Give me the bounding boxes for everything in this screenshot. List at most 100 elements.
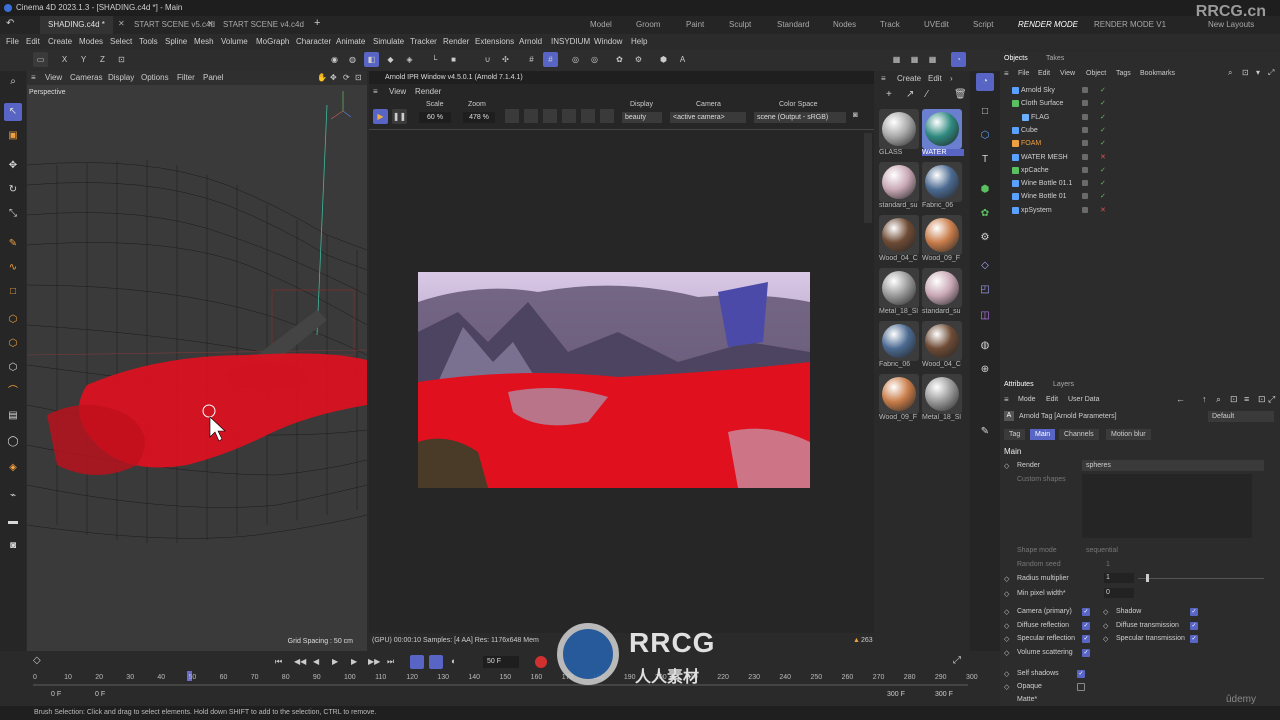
menu-volume[interactable]: Volume — [221, 34, 248, 49]
link-icon[interactable]: ⊕ — [976, 361, 994, 379]
preview-end-field[interactable]: 300 F — [887, 691, 905, 698]
snap-grid-active-icon[interactable]: # — [543, 52, 558, 67]
material-swatch[interactable]: Wood_04_C — [879, 215, 919, 265]
floor-icon[interactable]: ▤ — [4, 407, 22, 425]
colorspace-dropdown[interactable]: scene (Output - sRGB) — [754, 112, 846, 123]
viewport-perspective[interactable]: ≡ View Cameras Display Options Filter Pa… — [27, 71, 367, 651]
diamond-icon[interactable]: ◇ — [1004, 575, 1009, 583]
camera-snap-icon[interactable]: ◙ — [853, 110, 858, 119]
axis-y-button[interactable]: Y — [76, 52, 91, 67]
speaker-icon[interactable]: ◖ — [450, 656, 455, 666]
checkbox[interactable]: ✓ — [1190, 635, 1198, 643]
diamond-icon[interactable]: ◇ — [1103, 608, 1108, 616]
layout-tab-script[interactable]: Script — [973, 16, 993, 34]
diamond-icon[interactable]: ◇ — [1004, 635, 1009, 643]
next-frame-icon[interactable]: ▶ — [351, 657, 357, 666]
move-view-icon[interactable]: ✥ — [330, 71, 337, 85]
deform-icon[interactable]: ◇ — [976, 257, 994, 275]
checkbox[interactable]: ✓ — [1082, 635, 1090, 643]
visibility-dots[interactable] — [1082, 206, 1088, 213]
keyframe-icon[interactable]: ◇ — [33, 655, 41, 666]
material-swatch[interactable]: standard_su — [922, 268, 962, 318]
layout-tab-uvedit[interactable]: UVEdit — [924, 16, 949, 34]
diamond-icon[interactable]: ◇ — [1004, 670, 1009, 678]
visibility-dots[interactable] — [1082, 140, 1088, 147]
maximize-icon[interactable]: ⊡ — [355, 71, 362, 85]
min-pixel-value[interactable]: 0 — [1104, 588, 1134, 598]
material-swatch[interactable]: Fabric_06 — [922, 162, 962, 212]
crosshair-icon[interactable] — [543, 109, 557, 123]
go-end-icon[interactable]: ⏭ — [387, 657, 394, 667]
visibility-dots[interactable] — [1082, 126, 1088, 133]
subtab-channels[interactable]: Channels — [1059, 429, 1099, 440]
obj-menu-view[interactable]: View — [1060, 70, 1075, 77]
object-row[interactable]: Cube ✓ — [1000, 124, 1280, 137]
edges-mode-icon[interactable]: ◈ — [402, 52, 417, 67]
eyedropper-icon[interactable]: ⁄ — [926, 89, 928, 100]
viewport-menu-view[interactable]: View — [45, 71, 62, 85]
search-icon[interactable]: ⌕ — [1216, 394, 1221, 405]
layout-tab-groom[interactable]: Groom — [636, 16, 660, 34]
viewport-menu-display[interactable]: Display — [108, 71, 134, 85]
edit-icon[interactable]: ✎ — [976, 423, 994, 441]
obj-menu-tags[interactable]: Tags — [1116, 70, 1131, 77]
object-row[interactable]: Wine Bottle 01 ✓ — [1000, 190, 1280, 203]
layout-tab-render-mode-v1[interactable]: RENDER MODE V1 — [1094, 16, 1166, 34]
spline-deform-icon[interactable]: ◫ — [976, 307, 994, 325]
layout-tab-sculpt[interactable]: Sculpt — [729, 16, 751, 34]
enable-check-icon[interactable]: ✓ — [1100, 84, 1106, 97]
material-swatch[interactable]: Metal_18_Sl — [922, 374, 962, 424]
close-tab-icon[interactable]: ✕ — [207, 19, 214, 28]
expand-icon[interactable]: ⤢ — [1268, 68, 1274, 78]
go-start-icon[interactable]: ⏮ — [275, 657, 282, 667]
magnet-icon[interactable]: ∪ — [480, 52, 495, 67]
menu-file[interactable]: File — [6, 34, 19, 49]
enable-check-icon[interactable]: ✓ — [1100, 190, 1106, 203]
checkbox[interactable]: ✓ — [1082, 648, 1090, 657]
layout-tab-standard[interactable]: Standard — [777, 16, 809, 34]
end-frame-field[interactable]: 300 F — [935, 691, 953, 698]
viewport-menu-cameras[interactable]: Cameras — [70, 71, 102, 85]
render-settings-icon[interactable]: ◎ — [587, 52, 602, 67]
enable-check-icon[interactable]: ✓ — [1100, 97, 1106, 110]
pan-icon[interactable]: ✋ — [317, 71, 327, 85]
lock-icon[interactable]: ⊡ — [1230, 394, 1238, 405]
brush-icon[interactable]: ⌁ — [4, 487, 22, 505]
cube-icon[interactable]: ⬡ — [976, 127, 994, 145]
hamburger-icon[interactable]: ≡ — [1004, 69, 1009, 78]
radius-slider-track[interactable] — [1138, 578, 1264, 579]
diamond-icon[interactable]: ◇ — [1004, 608, 1009, 616]
solo-icon[interactable]: ■ — [446, 52, 461, 67]
material-swatch[interactable]: Fabric_06 — [879, 321, 919, 371]
custom-shapes-list[interactable] — [1082, 474, 1252, 538]
menu-select[interactable]: Select — [110, 34, 132, 49]
settings-icon[interactable]: ≡ — [1244, 394, 1249, 404]
tab-attributes[interactable]: Attributes — [1004, 381, 1034, 388]
visibility-dots[interactable] — [1082, 153, 1088, 160]
render-icon[interactable]: ▦ — [889, 52, 904, 67]
display-dropdown[interactable]: beauty — [622, 112, 662, 123]
cube-icon[interactable]: ⬡ — [4, 311, 22, 329]
random-seed-value[interactable]: 1 — [1106, 561, 1110, 568]
material-swatch[interactable]: standard_su — [879, 162, 919, 212]
viewport-menu-options[interactable]: Options — [141, 71, 169, 85]
square-icon[interactable]: □ — [976, 103, 994, 121]
visibility-dots[interactable] — [1082, 193, 1088, 200]
subtab-main[interactable]: Main — [1030, 429, 1056, 440]
camera-tool-icon[interactable]: ◔ — [951, 52, 966, 67]
back-arrow-icon[interactable]: ← — [1176, 394, 1185, 404]
hamburger-icon[interactable]: ≡ — [881, 73, 886, 85]
menu-mesh[interactable]: Mesh — [194, 34, 214, 49]
compare-icon[interactable] — [562, 109, 576, 123]
film-icon[interactable]: ▭ — [33, 52, 48, 67]
prev-key-icon[interactable]: ◀◀ — [294, 657, 306, 666]
tab-layers[interactable]: Layers — [1053, 381, 1074, 388]
prev-frame-icon[interactable]: ◀ — [313, 657, 319, 666]
menu-create[interactable]: Create — [48, 34, 72, 49]
menu-spline[interactable]: Spline — [165, 34, 187, 49]
filter-icon[interactable]: ⊡ — [1242, 68, 1249, 77]
material-swatch[interactable]: WATER — [922, 109, 964, 159]
enable-check-icon[interactable]: ✓ — [1100, 164, 1106, 177]
attr-menu-mode[interactable]: Mode — [1018, 396, 1036, 403]
render-active-icon[interactable]: ▦ — [907, 52, 922, 67]
